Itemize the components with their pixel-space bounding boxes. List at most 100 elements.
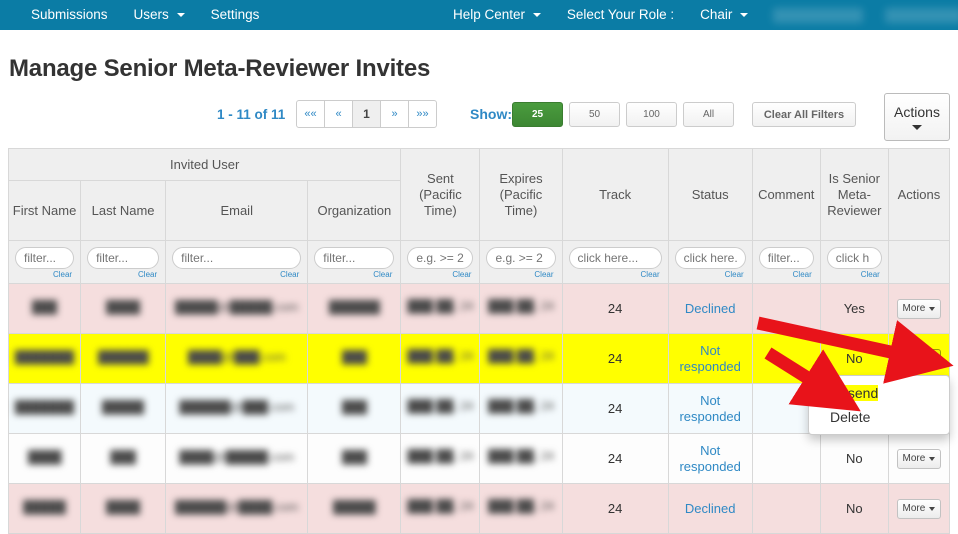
filter-cell-status: Clear (667, 240, 753, 284)
cell-is-senior-meta-reviewer: Yes (819, 283, 889, 334)
cell-sent: ███ ██, 24 (400, 283, 481, 334)
pagination-first-button[interactable]: «« (296, 100, 325, 128)
column-header-is-senior-meta-reviewer[interactable]: Is Senior Meta-Reviewer (819, 148, 889, 241)
filter-input-sent[interactable] (407, 246, 474, 269)
cell-first-name: █████ (7, 483, 82, 534)
table-toolbar: 1 - 11 of 11 «« « 1 » »» Show: 25 50 100… (0, 93, 958, 144)
filter-clear-comment[interactable]: Clear (759, 270, 814, 279)
menu-item-delete[interactable]: Delete (809, 405, 949, 429)
table-row[interactable]: ████ ███ ████@█████.com ███ ███ ██, 24 █… (7, 433, 951, 484)
invites-table: Invited User Sent (Pacific Time) Expires… (7, 148, 951, 534)
redacted-nav-item-2[interactable] (885, 7, 958, 23)
cell-expires: ███ ██, 24 (479, 383, 563, 434)
row-actions-dropdown-menu: Resend Delete (808, 375, 950, 435)
nav-item-help-center[interactable]: Help Center (440, 0, 554, 30)
filter-input-expires[interactable] (486, 246, 556, 269)
filter-input-email[interactable] (172, 246, 302, 269)
role-selector-chair[interactable]: Chair (687, 0, 761, 30)
redacted-value: ██████ (328, 299, 380, 314)
pagination-page-1-button[interactable]: 1 (352, 100, 381, 128)
filter-input-first-name[interactable] (15, 246, 75, 269)
row-more-button[interactable]: More (896, 498, 941, 519)
filter-clear-sent[interactable]: Clear (407, 270, 473, 279)
clear-all-filters-button[interactable]: Clear All Filters (752, 102, 856, 127)
filter-clear-status[interactable]: Clear (675, 270, 746, 279)
chevron-down-icon (532, 12, 541, 17)
column-header-last-name[interactable]: Last Name (80, 180, 167, 241)
cell-status: Not responded (667, 383, 753, 434)
filter-clear-first-name[interactable]: Clear (15, 270, 74, 279)
redacted-value: █████ (333, 499, 376, 514)
pagination-last-button[interactable]: »» (408, 100, 437, 128)
column-header-email[interactable]: Email (165, 180, 309, 241)
pagination-prev-button[interactable]: « (324, 100, 353, 128)
column-header-organization[interactable]: Organization (307, 180, 402, 241)
filter-clear-track[interactable]: Clear (569, 270, 662, 279)
page-size-all-button[interactable]: All (683, 102, 734, 127)
filter-clear-organization[interactable]: Clear (314, 270, 394, 279)
redacted-value: ██████@████.com (175, 499, 299, 514)
redacted-value: ███ (110, 449, 136, 464)
cell-organization: ███ (307, 333, 402, 384)
filter-clear-expires[interactable]: Clear (486, 270, 555, 279)
redacted-value: ███ ██, 24 (407, 399, 474, 413)
filter-input-organization[interactable] (314, 246, 395, 269)
cell-actions: More (887, 483, 951, 534)
page-size-group: 25 50 100 All (512, 102, 740, 127)
filter-clear-is-senior-meta-reviewer[interactable]: Clear (827, 270, 882, 279)
cell-sent: ███ ██, 24 (400, 433, 481, 484)
filter-cell-first-name: Clear (7, 240, 82, 284)
redacted-value: ███ (341, 449, 368, 464)
nav-item-settings[interactable]: Settings (198, 0, 273, 30)
column-header-sent[interactable]: Sent (Pacific Time) (400, 148, 481, 241)
actions-dropdown-button[interactable]: Actions (884, 93, 950, 141)
filter-cell-expires: Clear (479, 240, 563, 284)
filter-cell-comment: Clear (751, 240, 821, 284)
row-more-button[interactable]: More (896, 298, 941, 319)
result-range-label: 1 - 11 of 11 (217, 107, 286, 122)
filter-clear-last-name[interactable]: Clear (87, 270, 159, 279)
chevron-down-icon (912, 125, 922, 130)
filter-input-status[interactable] (674, 246, 746, 269)
cell-actions: More (887, 283, 951, 334)
filter-input-comment[interactable] (758, 246, 814, 269)
nav-item-users[interactable]: Users (121, 0, 198, 30)
nav-item-submissions-label: Submissions (31, 7, 108, 22)
select-your-role-label: Select Your Role : (566, 7, 675, 22)
redacted-value: ████@█████.com (179, 449, 295, 464)
filter-input-track[interactable] (568, 246, 662, 269)
filter-clear-email[interactable]: Clear (172, 270, 301, 279)
filter-input-is-senior-meta-reviewer[interactable] (826, 246, 882, 269)
pagination-next-button[interactable]: » (380, 100, 409, 128)
column-header-comment[interactable]: Comment (751, 148, 821, 241)
column-header-status[interactable]: Status (667, 148, 753, 241)
cell-last-name: ██████ (80, 333, 167, 384)
redacted-value: ████ (106, 499, 141, 514)
row-more-button[interactable]: More (896, 448, 941, 469)
redacted-value: ███ ██, 24 (407, 499, 474, 513)
page-size-25-button[interactable]: 25 (512, 102, 563, 127)
filter-input-last-name[interactable] (87, 246, 160, 269)
show-label: Show: (470, 106, 512, 122)
cell-email: ████@███.com (165, 333, 309, 384)
redacted-value: ████ (106, 299, 141, 314)
pagination-control: «« « 1 » »» (296, 100, 437, 128)
page-size-100-button[interactable]: 100 (626, 102, 677, 127)
row-more-button-active[interactable]: More (896, 348, 941, 369)
menu-item-resend[interactable]: Resend (809, 381, 949, 405)
cell-sent: ███ ██, 24 (400, 333, 481, 384)
page-size-50-button[interactable]: 50 (569, 102, 620, 127)
table-row[interactable]: █████ ████ ██████@████.com █████ ███ ██,… (7, 483, 951, 534)
column-header-expires[interactable]: Expires (Pacific Time) (479, 148, 563, 241)
table-row[interactable]: ███ ████ █████@█████.com ██████ ███ ██, … (7, 283, 951, 334)
nav-item-submissions[interactable]: Submissions (18, 0, 121, 30)
cell-last-name: ████ (80, 483, 167, 534)
redacted-nav-item-1[interactable] (773, 7, 864, 23)
navbar-right-group: Help Center Select Your Role : Chair (440, 0, 958, 30)
cell-track: 24 (561, 283, 669, 334)
column-header-track[interactable]: Track (561, 148, 669, 241)
redacted-value: ███ ██, 24 (488, 399, 554, 413)
column-header-first-name[interactable]: First Name (7, 180, 82, 241)
cell-email: ██████@████.com (165, 483, 309, 534)
cell-status: Not responded (667, 333, 753, 384)
